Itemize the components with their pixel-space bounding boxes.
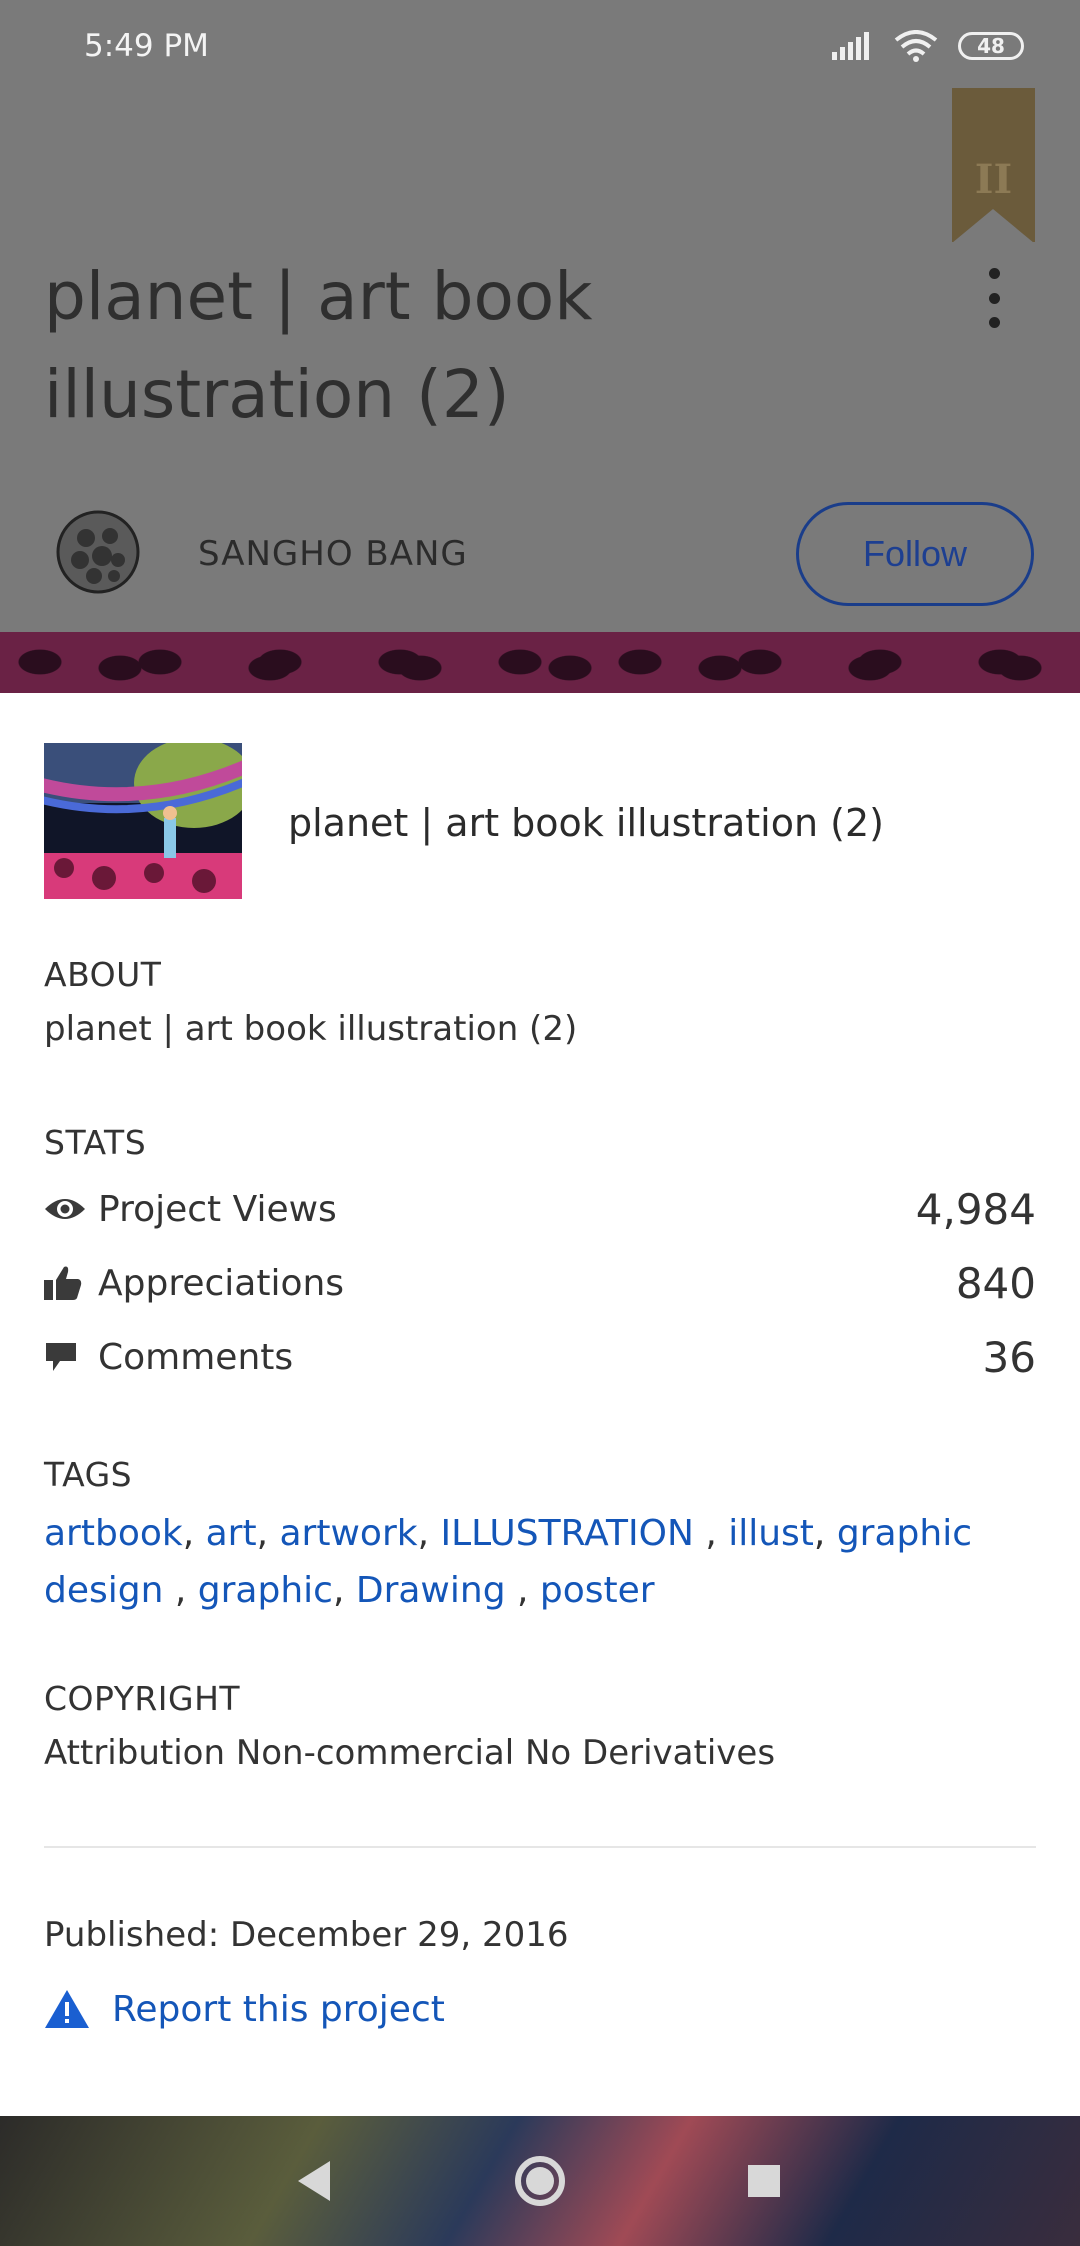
recents-icon[interactable] [733, 2150, 795, 2212]
stat-row-comments: Comments 36 [44, 1327, 1036, 1387]
battery-level: 48 [977, 34, 1005, 58]
stat-row-views: Project Views 4,984 [44, 1179, 1036, 1239]
stat-value: 840 [955, 1258, 1036, 1308]
stat-row-appreciations: Appreciations 840 [44, 1253, 1036, 1313]
bookmark-ribbon[interactable]: II [952, 88, 1035, 243]
stats-label: STATS [44, 1123, 147, 1162]
tag-link[interactable]: Drawing [356, 1570, 517, 1611]
author-name[interactable]: SANGHO BANG [198, 534, 468, 574]
bookmark-glyph: II [974, 156, 1013, 203]
thumbs-up-icon [44, 1261, 88, 1305]
home-icon[interactable] [509, 2150, 571, 2212]
eye-icon [44, 1187, 88, 1231]
report-project-label[interactable]: Report this project [112, 1989, 445, 2030]
warning-icon [45, 1990, 89, 2028]
tag-link[interactable]: illust [728, 1513, 814, 1554]
stat-label: Appreciations [98, 1262, 345, 1304]
copyright-text: Attribution Non-commercial No Derivative… [44, 1733, 776, 1773]
tags-list: artbook, art, artwork, ILLUSTRATION , il… [44, 1513, 972, 1611]
background-project-page: 5:49 PM 48 II planet | art book illustra… [0, 0, 1080, 694]
stat-label: Comments [98, 1336, 294, 1378]
comment-icon [44, 1335, 88, 1379]
about-text: planet | art book illustration (2) [44, 1009, 578, 1049]
project-thumbnail [44, 743, 242, 899]
more-options-icon[interactable] [976, 268, 1012, 328]
status-icons: 48 [832, 30, 1024, 62]
tag-link[interactable]: graphic [198, 1570, 333, 1611]
tag-link[interactable]: art [206, 1513, 257, 1554]
tag-link[interactable]: artwork [280, 1513, 418, 1554]
about-label: ABOUT [44, 955, 162, 994]
background-project-title: planet | art book illustration (2) [44, 258, 593, 433]
battery-indicator: 48 [958, 32, 1024, 60]
back-icon[interactable] [283, 2150, 345, 2212]
report-project-link[interactable]: Report this project [44, 1988, 445, 2030]
stat-label: Project Views [98, 1188, 337, 1230]
status-bar: 5:49 PM 48 [0, 0, 1080, 96]
published-date: Published: December 29, 2016 [44, 1915, 569, 1955]
stat-value: 36 [982, 1332, 1036, 1382]
tags-label: TAGS [44, 1455, 133, 1494]
system-navigation-bar [0, 2116, 1080, 2246]
status-time: 5:49 PM [84, 28, 209, 64]
tag-link[interactable]: poster [540, 1570, 655, 1611]
copyright-label: COPYRIGHT [44, 1679, 241, 1718]
sheet-project-title: planet | art book illustration (2) [288, 801, 884, 845]
divider [44, 1846, 1036, 1848]
wifi-icon [894, 30, 938, 62]
stat-value: 4,984 [915, 1184, 1036, 1234]
tag-link[interactable]: ILLUSTRATION [440, 1513, 705, 1554]
tag-link[interactable]: artbook [44, 1513, 183, 1554]
project-artwork-strip [0, 632, 1080, 694]
author-avatar[interactable] [56, 510, 140, 594]
project-info-sheet: planet | art book illustration (2) ABOUT… [0, 693, 1080, 2116]
follow-button[interactable]: Follow [796, 502, 1034, 606]
signal-icon [832, 32, 869, 60]
